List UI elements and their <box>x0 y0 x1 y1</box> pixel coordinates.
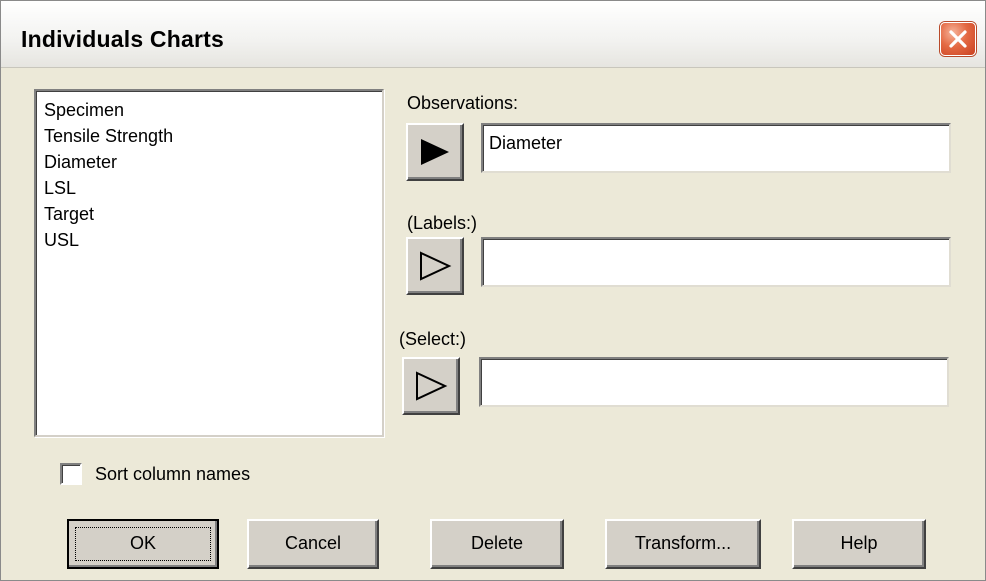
select-add-button[interactable] <box>402 357 460 415</box>
individuals-charts-dialog: Individuals Charts Specimen Tensile Stre… <box>0 0 986 581</box>
select-label: (Select:) <box>399 329 467 349</box>
list-item[interactable]: Specimen <box>44 99 124 121</box>
list-item[interactable]: Diameter <box>44 151 117 173</box>
outline-right-arrow-icon <box>420 251 452 281</box>
observations-label: Observations: <box>407 93 519 113</box>
list-item[interactable]: Tensile Strength <box>44 125 173 147</box>
dialog-title: Individuals Charts <box>21 26 224 52</box>
select-input[interactable] <box>479 357 949 407</box>
filled-right-arrow-icon <box>421 139 449 165</box>
column-list[interactable]: Specimen Tensile Strength Diameter LSL T… <box>34 89 384 437</box>
transform-button[interactable]: Transform... <box>605 519 761 569</box>
labels-add-button[interactable] <box>406 237 464 295</box>
labels-label: (Labels:) <box>407 213 478 233</box>
outline-right-arrow-icon <box>416 371 448 401</box>
list-item[interactable]: Target <box>44 203 94 225</box>
observations-input[interactable]: Diameter <box>481 123 951 173</box>
help-button[interactable]: Help <box>792 519 926 569</box>
list-item[interactable]: USL <box>44 229 79 251</box>
labels-input[interactable] <box>481 237 951 287</box>
list-item[interactable]: LSL <box>44 177 76 199</box>
cancel-button[interactable]: Cancel <box>247 519 379 569</box>
sort-column-names-checkbox[interactable] <box>60 463 82 485</box>
close-x-icon <box>949 30 967 48</box>
close-button[interactable] <box>940 22 976 56</box>
ok-button[interactable]: OK <box>67 519 219 569</box>
delete-button[interactable]: Delete <box>430 519 564 569</box>
observations-add-button[interactable] <box>406 123 464 181</box>
sort-column-names-label[interactable]: Sort column names <box>95 464 250 485</box>
title-bar[interactable]: Individuals Charts <box>1 1 985 68</box>
